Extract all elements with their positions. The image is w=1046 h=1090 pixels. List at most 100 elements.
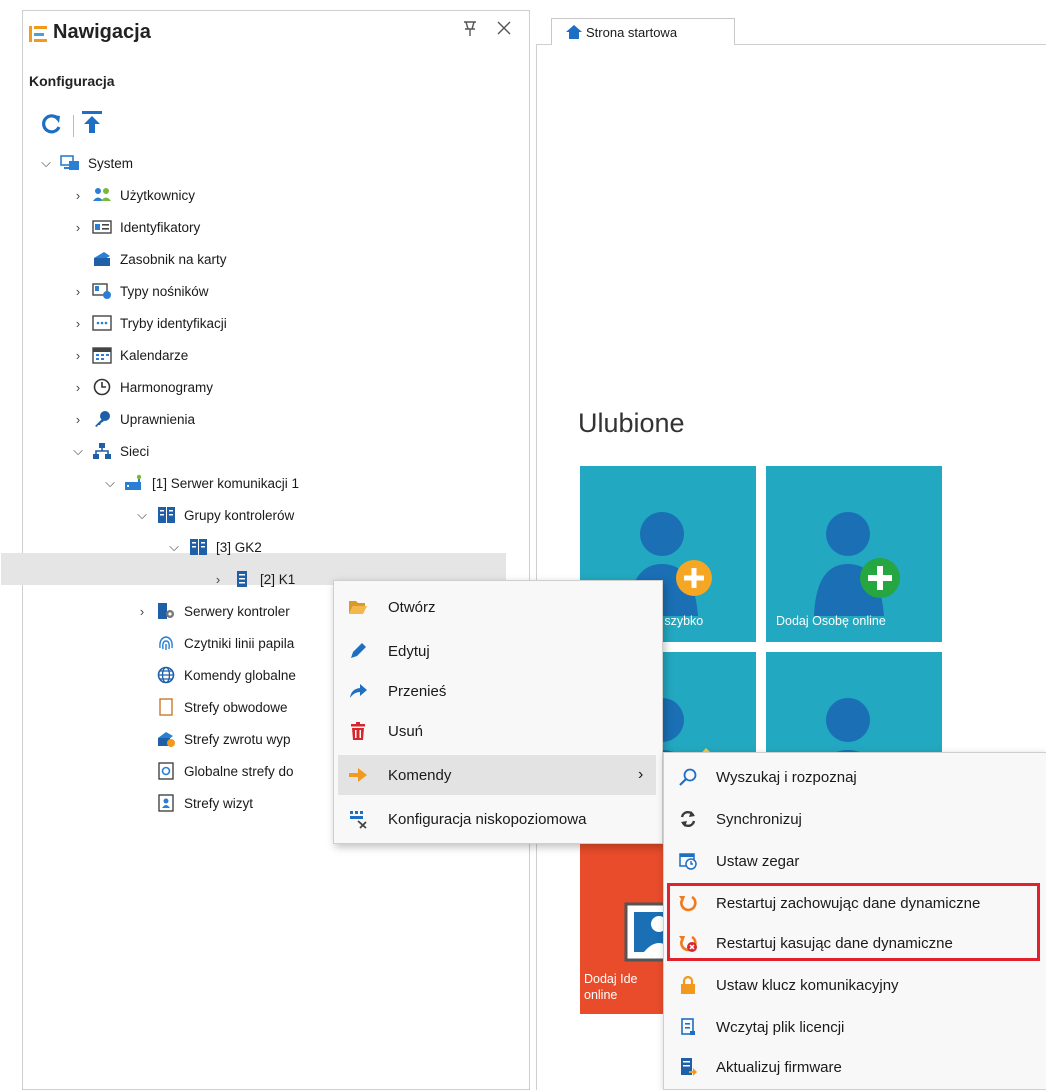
submenu-item-label: Ustaw klucz komunikacyjny	[716, 976, 899, 994]
tab-label: Strona startowa	[586, 24, 678, 40]
tree-item-perimeter-zones[interactable]: Strefy obwodowe	[150, 692, 288, 722]
key-icon	[95, 411, 110, 427]
users-icon	[93, 188, 111, 201]
controller-group-icon	[158, 507, 175, 523]
chevron-right-icon[interactable]: ›	[70, 220, 86, 235]
chevron-down-icon[interactable]: ⌵	[38, 155, 54, 171]
tree-item-comm-server[interactable]: ⌵ [1] Serwer komunikacji 1	[102, 468, 299, 498]
chevron-right-icon[interactable]: ›	[70, 412, 86, 427]
tree-item-label: Typy nośników	[120, 283, 209, 299]
tree-item-permissions[interactable]: › Uprawnienia	[70, 404, 195, 434]
tree-item-k1[interactable]: › [2] K1	[210, 564, 295, 594]
chevron-right-icon[interactable]: ›	[70, 188, 86, 203]
submenu-item-update-firmware[interactable]: Aktualizuj firmware	[664, 1047, 1046, 1087]
global-zone-icon	[158, 762, 174, 780]
controller-group-icon	[190, 539, 207, 555]
submenu-item-load-license[interactable]: Wczytaj plik licencji	[664, 1007, 1046, 1047]
chevron-right-icon[interactable]: ›	[70, 348, 86, 363]
tree-item-global-zones[interactable]: Globalne strefy do	[150, 756, 294, 786]
tree-item-calendars[interactable]: › Kalendarze	[70, 340, 188, 370]
tree-item-schedules[interactable]: › Harmonogramy	[70, 372, 213, 402]
chevron-down-icon[interactable]: ⌵	[134, 507, 150, 523]
tile-label-line2: online	[584, 988, 618, 1002]
tree-item-visit-zones[interactable]: Strefy wizyt	[150, 788, 253, 818]
submenu-item-set-comm-key[interactable]: Ustaw klucz komunikacyjny	[664, 965, 1046, 1005]
tree-item-users[interactable]: › Użytkownicy	[70, 180, 195, 210]
tree-item-label: Harmonogramy	[120, 379, 214, 395]
move-arrow-icon	[350, 684, 367, 698]
toolbar-separator	[73, 115, 74, 137]
tree-item-label: Globalne strefy do	[184, 763, 294, 779]
chevron-right-icon[interactable]: ›	[134, 604, 150, 619]
tree-item-gk2[interactable]: ⌵ [3] GK2	[166, 532, 262, 562]
menu-item-move[interactable]: Przenieś	[334, 671, 662, 711]
chevron-right-icon[interactable]: ›	[70, 380, 86, 395]
license-icon	[681, 1018, 695, 1035]
submenu-item-set-clock[interactable]: Ustaw zegar	[664, 841, 1046, 881]
highlight-box	[667, 883, 1040, 961]
controller-server-icon	[158, 603, 174, 619]
low-level-config-icon	[350, 811, 367, 829]
tree-item-label: Strefy zwrotu wyp	[184, 731, 291, 747]
tree-item-controller-servers[interactable]: › Serwery kontroler	[134, 596, 290, 626]
tree-item-global-commands[interactable]: Komendy globalne	[150, 660, 296, 690]
navigation-title: Nawigacja	[53, 21, 151, 43]
tile-label: Dodaj Ide	[584, 972, 638, 986]
chevron-right-icon[interactable]: ›	[70, 284, 86, 299]
lock-icon	[681, 975, 695, 994]
submenu-item-sync[interactable]: Synchronizuj	[664, 799, 1046, 839]
menu-item-label: Edytuj	[388, 642, 430, 660]
menu-item-label: Komendy	[388, 766, 452, 784]
submenu-item-search-detect[interactable]: Wyszukaj i rozpoznaj	[664, 757, 1046, 797]
tree-item-return-zones[interactable]: Strefy zwrotu wyp	[150, 724, 291, 754]
tree-item-id-modes[interactable]: › Tryby identyfikacji	[70, 308, 227, 338]
collapse-all-icon[interactable]	[81, 109, 103, 137]
close-icon[interactable]	[497, 19, 511, 40]
network-icon	[93, 443, 111, 459]
tree-item-label: [3] GK2	[216, 539, 262, 555]
tree-item-label: Strefy obwodowe	[184, 699, 288, 715]
tree-item-controller-groups[interactable]: ⌵ Grupy kontrolerów	[134, 500, 294, 530]
firmware-icon	[681, 1058, 697, 1076]
menu-item-low-level-config[interactable]: Konfiguracja niskopoziomowa	[334, 799, 662, 839]
pin-icon[interactable]	[463, 21, 477, 42]
tree-item-label: Kalendarze	[120, 347, 189, 363]
refresh-icon[interactable]	[41, 113, 63, 141]
menu-item-delete[interactable]: Usuń	[334, 711, 662, 751]
tree-item-label: Sieci	[120, 443, 150, 459]
chevron-right-icon[interactable]: ›	[70, 316, 86, 331]
controller-icon	[237, 571, 247, 587]
menu-item-commands[interactable]: Komendy ›	[338, 755, 656, 795]
home-icon	[566, 25, 582, 39]
tree-item-label: Zasobnik na karty	[120, 251, 227, 267]
submenu-item-label: Wyszukaj i rozpoznaj	[716, 768, 857, 786]
tile-add-person-online[interactable]: Dodaj Osobę online	[766, 466, 942, 642]
tab-start-page[interactable]: Strona startowa	[551, 18, 735, 45]
calendar-icon	[92, 347, 112, 364]
tree-item-label: System	[88, 155, 134, 171]
menu-item-edit[interactable]: Edytuj	[334, 631, 662, 671]
tree-item-system[interactable]: ⌵ System	[38, 148, 133, 178]
section-title: Konfiguracja	[29, 73, 115, 89]
menu-item-open[interactable]: Otwórz	[334, 587, 662, 627]
clock-icon	[93, 378, 111, 396]
tree-item-fingerprint-readers[interactable]: Czytniki linii papila	[150, 628, 294, 658]
tree-item-label: [1] Serwer komunikacji 1	[152, 475, 300, 491]
tile-label: Dodaj Osobę online	[776, 614, 886, 628]
tree-item-media-types[interactable]: › Typy nośników	[70, 276, 209, 306]
chevron-down-icon[interactable]: ⌵	[70, 443, 86, 459]
submenu-item-label: Synchronizuj	[716, 810, 802, 828]
tree-item-identifiers[interactable]: › Identyfikatory	[70, 212, 200, 242]
chevron-right-icon[interactable]: ›	[210, 572, 226, 587]
chevron-down-icon[interactable]: ⌵	[166, 539, 182, 555]
tree-item-label: Użytkownicy	[120, 187, 196, 203]
tree-item-card-box[interactable]: Zasobnik na karty	[86, 244, 227, 274]
arrow-right-icon	[349, 768, 367, 782]
trash-icon	[351, 722, 365, 740]
chevron-down-icon[interactable]: ⌵	[102, 475, 118, 491]
tree-item-networks[interactable]: ⌵ Sieci	[70, 436, 149, 466]
system-icon	[60, 155, 79, 170]
id-card-icon	[92, 220, 112, 234]
set-clock-icon	[679, 853, 697, 870]
navigation-header: Nawigacja	[23, 11, 529, 57]
